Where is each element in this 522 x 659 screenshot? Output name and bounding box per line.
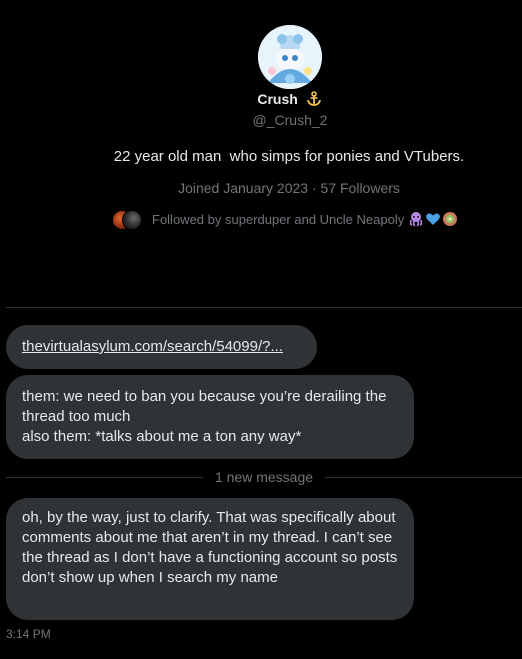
- profile-bio: 22 year old man who simps for ponies and…: [113, 148, 465, 165]
- followed-by-text: Followed by superduper and Uncle Neapoly: [152, 211, 405, 227]
- follower-avatars: [112, 209, 146, 230]
- profile-avatar[interactable]: [258, 25, 322, 89]
- display-name: Crush: [257, 91, 298, 108]
- message-timestamp: 3:14 PM: [6, 627, 51, 641]
- anchor-emoji-icon: [305, 90, 323, 108]
- avatar-image: [258, 25, 322, 89]
- message-text-line: them: we need to ban you because you’re …: [22, 388, 387, 425]
- display-name-row: Crush: [0, 90, 522, 108]
- profile-handle[interactable]: @_Crush_2: [0, 112, 522, 128]
- followed-by-emojis: [407, 211, 458, 227]
- message-text: oh, by the way, just to clarify. That wa…: [22, 509, 398, 586]
- followed-by-row[interactable]: Followed by superduper and Uncle Neapoly: [112, 208, 458, 230]
- message-text-line: also them: *talks about me a ton any way…: [22, 428, 302, 445]
- sticker-emoji-icon: [443, 212, 458, 226]
- follower-avatar-2: [122, 210, 142, 230]
- joined-date: Joined January 2023: [178, 180, 309, 196]
- followers-count[interactable]: 57 Followers: [321, 180, 400, 196]
- profile-divider: [6, 307, 522, 308]
- link-message-bubble[interactable]: thevirtualasylum.com/search/54099/?...: [6, 325, 317, 369]
- blue-heart-icon: [426, 213, 441, 225]
- new-message-separator: 1 new message: [6, 468, 522, 486]
- message-bubble[interactable]: oh, by the way, just to clarify. That wa…: [6, 498, 414, 620]
- message-link[interactable]: thevirtualasylum.com/search/54099/?...: [22, 338, 283, 355]
- profile-meta: Joined January 2023 · 57 Followers: [0, 180, 522, 196]
- octopus-emoji-icon: [410, 212, 423, 226]
- meta-separator: ·: [311, 180, 317, 196]
- separator-line: [6, 476, 203, 478]
- profile-header: Crush @_Crush_2 22 year old man who simp…: [0, 0, 522, 300]
- new-message-label: 1 new message: [214, 469, 314, 485]
- message-bubble[interactable]: them: we need to ban you because you’re …: [6, 375, 414, 459]
- separator-line: [325, 476, 522, 478]
